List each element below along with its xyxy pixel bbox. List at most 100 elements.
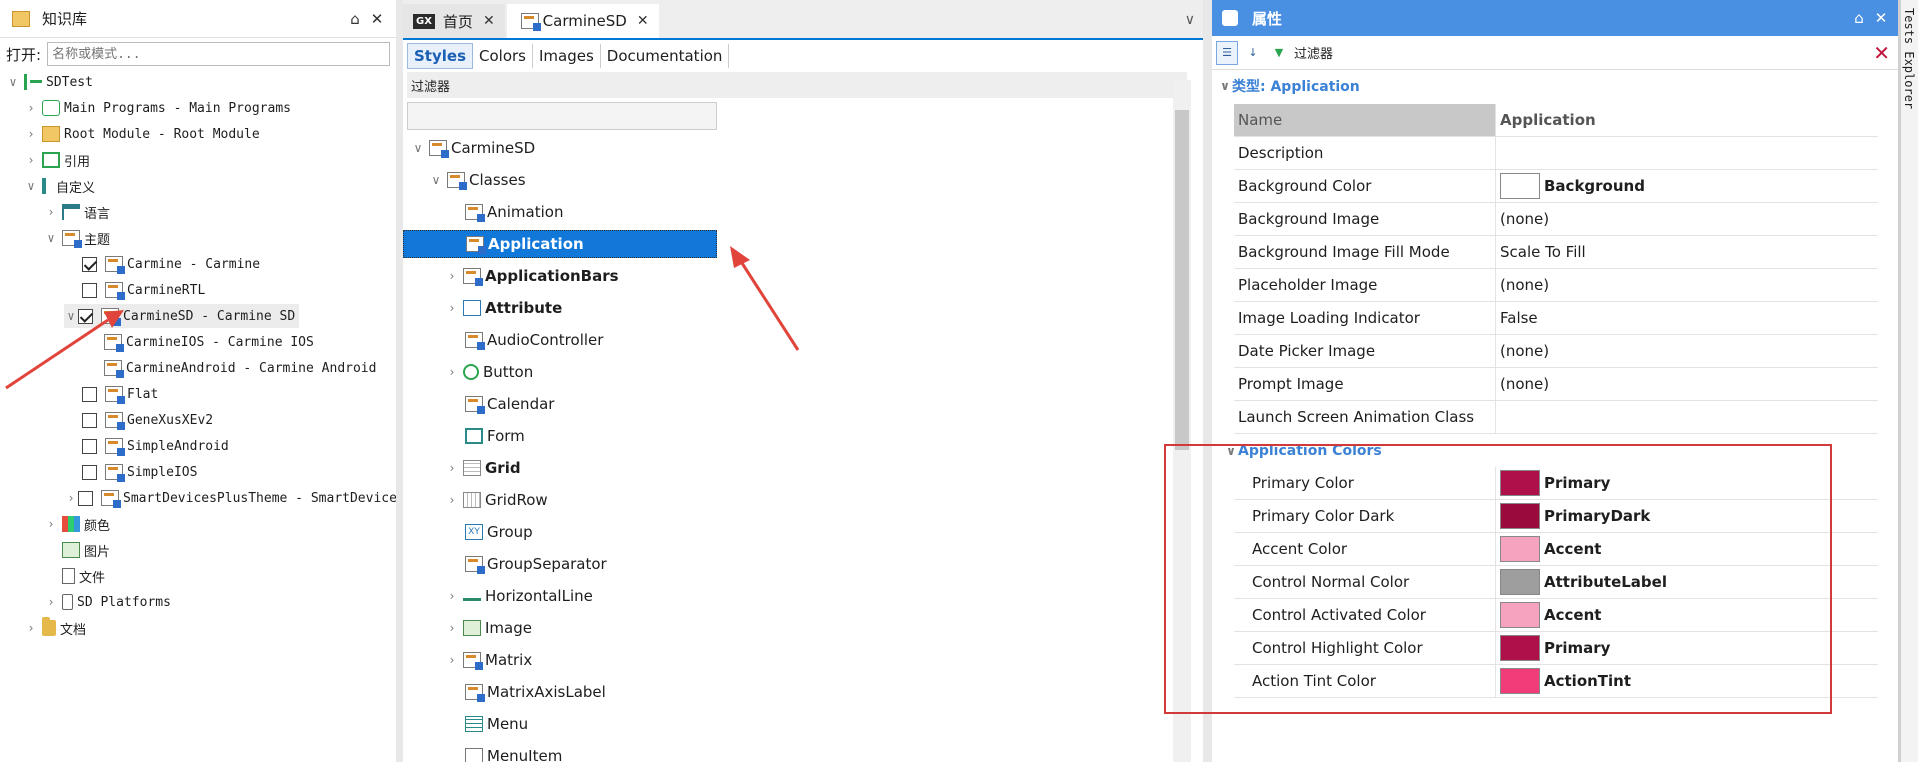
property-row[interactable]: Action Tint Color ActionTint (1234, 665, 1878, 698)
tree-item-flat[interactable]: Flat (82, 382, 158, 406)
application-colors-header[interactable]: ∨ Application Colors (1224, 434, 1878, 467)
pin-icon[interactable]: ⌂ (344, 10, 366, 28)
tab-carmine-sd[interactable]: CarmineSD ✕ (506, 4, 659, 38)
clear-filter-icon[interactable]: ✕ (1873, 41, 1890, 65)
style-matrix[interactable]: › Matrix (445, 646, 532, 674)
chevron-right-icon[interactable]: › (445, 589, 459, 603)
property-row[interactable]: Control Normal Color AttributeLabel (1234, 566, 1878, 599)
tree-item-languages[interactable]: › 语言 (44, 200, 110, 224)
chevron-down-icon[interactable]: ∨ (1218, 79, 1232, 93)
category-header[interactable]: ∨ 类型: Application (1212, 70, 1898, 102)
style-menu[interactable]: Menu (461, 710, 528, 738)
close-icon[interactable]: ✕ (637, 13, 649, 29)
panel-splitter[interactable] (396, 0, 403, 762)
subtab-documentation[interactable]: Documentation (601, 44, 730, 68)
subtab-styles[interactable]: Styles (407, 43, 473, 69)
checkbox-carmine[interactable] (82, 256, 97, 272)
property-value[interactable]: (none) (1496, 368, 1878, 400)
property-value[interactable]: Background (1496, 170, 1878, 202)
property-value[interactable]: False (1496, 302, 1878, 334)
chevron-down-icon[interactable]: ∨ (429, 173, 443, 187)
tree-item-colors[interactable]: › 颜色 (44, 512, 110, 536)
property-value[interactable]: Primary (1496, 632, 1878, 664)
open-search-input[interactable] (47, 42, 390, 66)
style-application[interactable]: Application (403, 230, 717, 258)
property-row[interactable]: Background Color Background (1234, 170, 1878, 203)
style-root[interactable]: ∨ CarmineSD (411, 134, 535, 162)
property-row[interactable]: Accent Color Accent (1234, 533, 1878, 566)
chevron-right-icon[interactable]: › (44, 205, 58, 219)
pin-icon[interactable]: ⌂ (1848, 9, 1870, 27)
close-icon[interactable]: ✕ (366, 10, 388, 28)
style-grid[interactable]: › Grid (445, 454, 521, 482)
chevron-down-icon[interactable]: ∨ (44, 231, 58, 245)
chevron-right-icon[interactable]: › (445, 461, 459, 475)
style-menu-item[interactable]: MenuItem (461, 742, 562, 762)
chevron-right-icon[interactable]: › (445, 653, 459, 667)
style-application-bars[interactable]: › ApplicationBars (445, 262, 619, 290)
chevron-right-icon[interactable]: › (24, 101, 38, 115)
tree-item-carmine[interactable]: Carmine - Carmine (82, 252, 260, 276)
color-swatch[interactable] (1500, 173, 1540, 199)
color-swatch[interactable] (1500, 503, 1540, 529)
chevron-right-icon[interactable]: › (445, 493, 459, 507)
property-row[interactable]: Background Image (none) (1234, 203, 1878, 236)
close-icon[interactable]: ✕ (483, 13, 495, 29)
color-swatch[interactable] (1500, 602, 1540, 628)
checkbox-genexus-xev2[interactable] (82, 412, 97, 428)
property-row[interactable]: Launch Screen Animation Class (1234, 401, 1878, 434)
property-row-name[interactable]: Name Application (1234, 104, 1878, 137)
style-grid-row[interactable]: › GridRow (445, 486, 548, 514)
tree-item-customization[interactable]: ∨ 自定义 (24, 174, 95, 198)
chevron-right-icon[interactable]: › (44, 595, 58, 609)
chevron-right-icon[interactable]: › (64, 491, 78, 505)
checkbox-carmine-rtl[interactable] (82, 282, 97, 298)
property-row[interactable]: Image Loading Indicator False (1234, 302, 1878, 335)
scrollbar-thumb[interactable] (1175, 110, 1189, 450)
property-value[interactable]: AttributeLabel (1496, 566, 1878, 598)
color-swatch[interactable] (1500, 668, 1540, 694)
chevron-right-icon[interactable]: › (445, 301, 459, 315)
property-row[interactable]: Background Image Fill Mode Scale To Fill (1234, 236, 1878, 269)
tests-explorer-tab[interactable]: Tests Explorer (1900, 0, 1918, 762)
style-audio-controller[interactable]: AudioController (461, 326, 603, 354)
checkbox-carmine-sd[interactable] (78, 308, 93, 324)
chevron-down-icon[interactable]: ∨ (1224, 444, 1238, 458)
property-row[interactable]: Control Highlight Color Primary (1234, 632, 1878, 665)
property-row[interactable]: Prompt Image (none) (1234, 368, 1878, 401)
tree-item-documents[interactable]: › 文档 (24, 616, 86, 640)
tree-item-sdtest[interactable]: ∨ SDTest (6, 70, 93, 94)
tab-home[interactable]: GX 首页 ✕ (403, 4, 505, 38)
chevron-right-icon[interactable]: › (445, 269, 459, 283)
style-animation[interactable]: Animation (461, 198, 563, 226)
chevron-right-icon[interactable]: › (44, 517, 58, 531)
property-value[interactable]: (none) (1496, 203, 1878, 235)
chevron-down-icon[interactable]: ∨ (1185, 12, 1195, 28)
style-image[interactable]: › Image (445, 614, 532, 642)
property-row[interactable]: Description (1234, 137, 1878, 170)
property-row[interactable]: Primary Color Dark PrimaryDark (1234, 500, 1878, 533)
style-matrix-axis-label[interactable]: MatrixAxisLabel (461, 678, 606, 706)
property-value[interactable]: Accent (1496, 533, 1878, 565)
style-form[interactable]: Form (461, 422, 525, 450)
tree-item-carmine-ios[interactable]: CarmineIOS - Carmine IOS (100, 330, 314, 354)
chevron-down-icon[interactable]: ∨ (64, 309, 78, 323)
tree-item-images[interactable]: 图片 (58, 538, 110, 562)
tree-item-carmine-rtl[interactable]: CarmineRTL (82, 278, 205, 302)
style-group-separator[interactable]: GroupSeparator (461, 550, 607, 578)
categorized-icon[interactable]: ☰ (1216, 40, 1238, 65)
filter-icon[interactable]: ▼ (1268, 41, 1290, 65)
color-swatch[interactable] (1500, 536, 1540, 562)
tree-item-root-module[interactable]: › Root Module - Root Module (24, 122, 260, 146)
tree-item-main-programs[interactable]: › Main Programs - Main Programs (24, 96, 291, 120)
chevron-right-icon[interactable]: › (24, 127, 38, 141)
tree-item-carmine-sd[interactable]: ∨ CarmineSD - Carmine SD (64, 304, 300, 328)
tree-item-carmine-android[interactable]: CarmineAndroid - Carmine Android (100, 356, 376, 380)
chevron-down-icon[interactable]: ∨ (6, 75, 20, 89)
property-row[interactable]: Placeholder Image (none) (1234, 269, 1878, 302)
property-value[interactable]: Primary (1496, 467, 1878, 499)
chevron-down-icon[interactable]: ∨ (24, 179, 38, 193)
property-value[interactable]: Accent (1496, 599, 1878, 631)
tree-item-sd-platforms[interactable]: › SD Platforms (44, 590, 171, 614)
property-row[interactable]: Control Activated Color Accent (1234, 599, 1878, 632)
